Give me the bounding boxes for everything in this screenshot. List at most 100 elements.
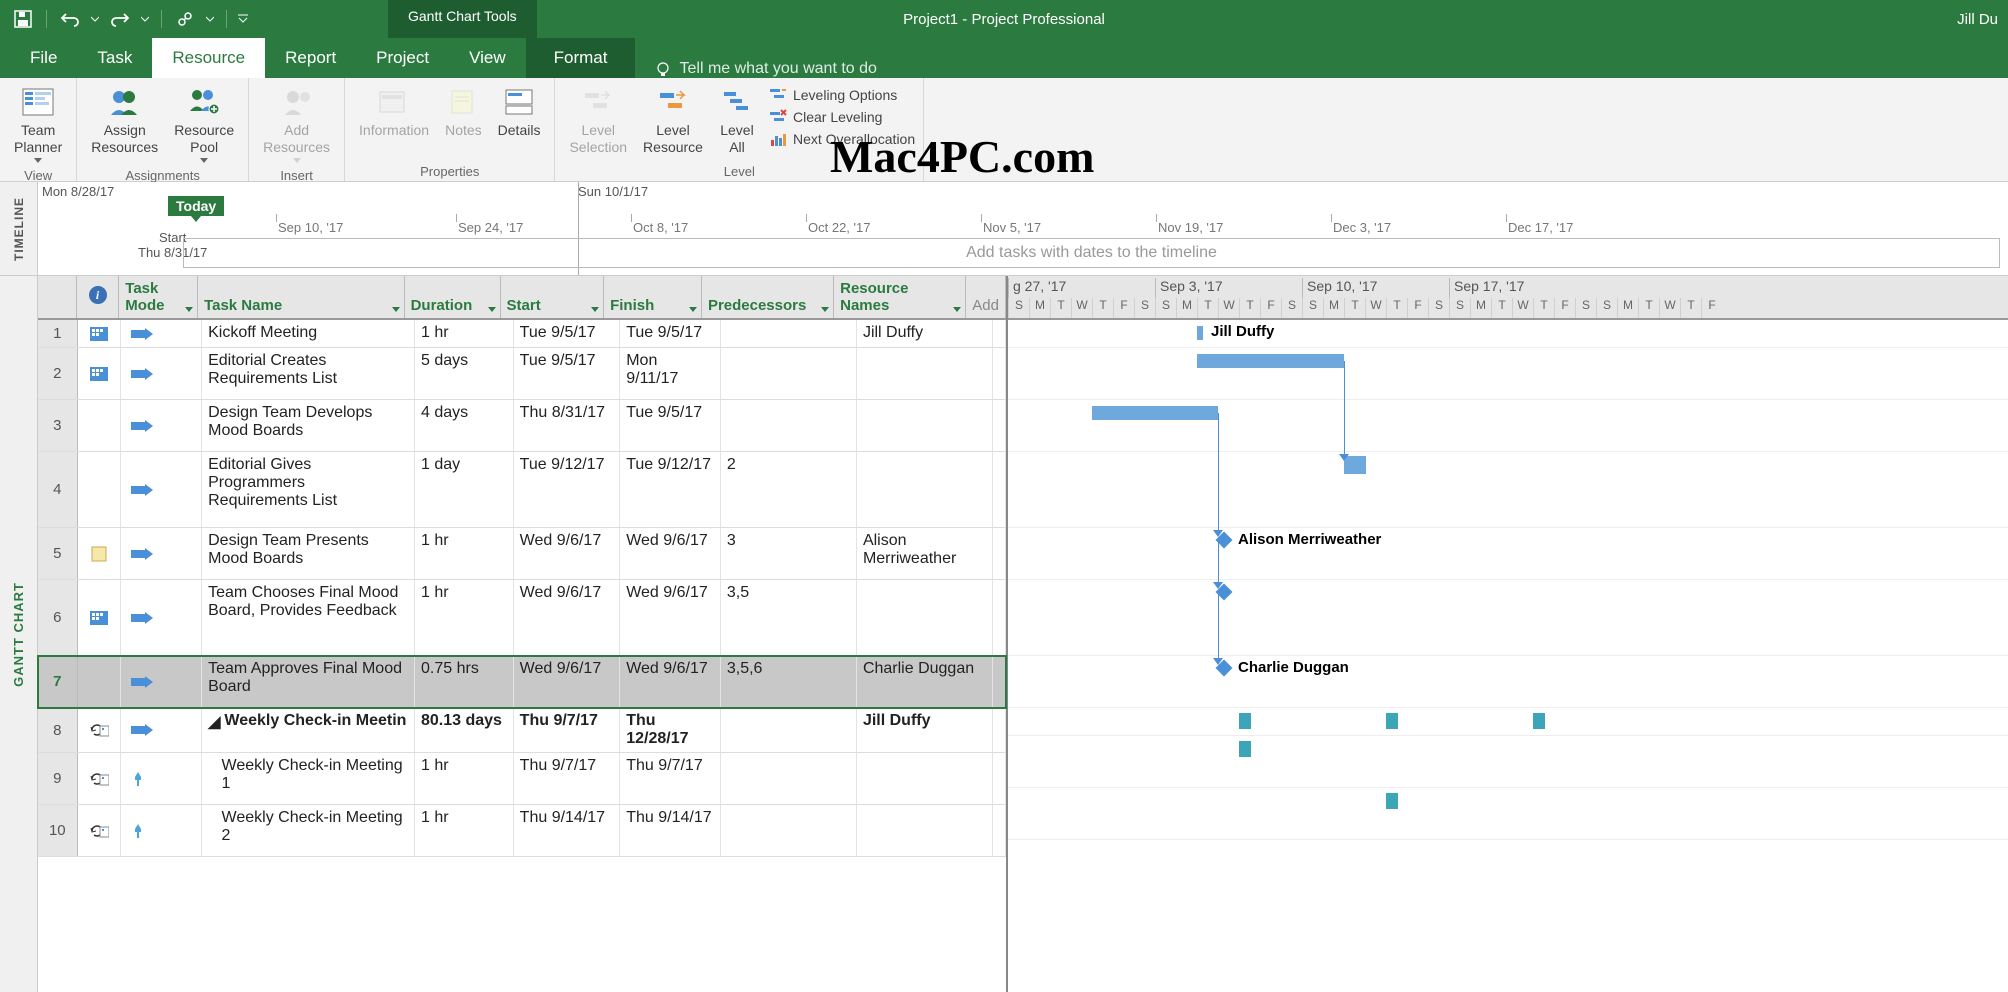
cell-add[interactable]: [993, 656, 1006, 707]
cell-start[interactable]: Wed 9/6/17: [514, 656, 621, 707]
cell-task-name[interactable]: Editorial Creates Requirements List: [202, 348, 415, 399]
timeline-body[interactable]: Mon 8/28/17 Sun 10/1/17 Today Sep 10, '1…: [38, 182, 2008, 275]
tab-task[interactable]: Task: [77, 38, 152, 78]
tab-view[interactable]: View: [449, 38, 526, 78]
timeline-sidebar-label[interactable]: TIMELINE: [0, 182, 38, 275]
cell-resources[interactable]: [857, 753, 993, 804]
assign-resources-button[interactable]: Assign Resources: [85, 82, 164, 158]
cell-add[interactable]: [993, 708, 1006, 752]
link-icon[interactable]: [172, 6, 198, 32]
cell-finish[interactable]: Wed 9/6/17: [620, 580, 721, 655]
col-finish[interactable]: Finish: [604, 276, 702, 318]
gantt-bar[interactable]: [1092, 406, 1218, 420]
cell-resources[interactable]: Alison Merriweather: [857, 528, 993, 579]
cell-resources[interactable]: Jill Duffy: [857, 320, 993, 347]
qat-customize-icon[interactable]: [237, 6, 249, 32]
cell-duration[interactable]: 1 day: [415, 452, 514, 527]
cell-resources[interactable]: [857, 400, 993, 451]
cell-finish[interactable]: Thu 9/14/17: [620, 805, 721, 856]
row-mode-icon[interactable]: [121, 580, 202, 655]
cell-duration[interactable]: 1 hr: [415, 805, 514, 856]
cell-add[interactable]: [993, 348, 1006, 399]
cell-task-name[interactable]: Design Team Presents Mood Boards: [202, 528, 415, 579]
cell-predecessors[interactable]: [721, 348, 857, 399]
tab-resource[interactable]: Resource: [152, 38, 265, 78]
cell-add[interactable]: [993, 805, 1006, 856]
cell-predecessors[interactable]: [721, 805, 857, 856]
link-dropdown-icon[interactable]: [204, 6, 216, 32]
redo-dropdown-icon[interactable]: [139, 6, 151, 32]
details-button[interactable]: Details: [492, 82, 547, 141]
cell-resources[interactable]: Jill Duffy: [857, 708, 993, 752]
tab-report[interactable]: Report: [265, 38, 356, 78]
cell-start[interactable]: Thu 9/7/17: [514, 753, 621, 804]
cell-task-name[interactable]: Editorial Gives Programmers Requirements…: [202, 452, 415, 527]
row-number[interactable]: 1: [38, 320, 78, 347]
cell-duration[interactable]: 1 hr: [415, 580, 514, 655]
cell-resources[interactable]: [857, 805, 993, 856]
save-icon[interactable]: [10, 6, 36, 32]
row-mode-icon[interactable]: [121, 320, 202, 347]
table-row[interactable]: 10Weekly Check-in Meeting 21 hrThu 9/14/…: [38, 805, 1006, 857]
cell-task-name[interactable]: Weekly Check-in Meeting 2: [202, 805, 415, 856]
cell-finish[interactable]: Thu 9/7/17: [620, 753, 721, 804]
cell-duration[interactable]: 5 days: [415, 348, 514, 399]
cell-start[interactable]: Wed 9/6/17: [514, 528, 621, 579]
undo-dropdown-icon[interactable]: [89, 6, 101, 32]
row-number[interactable]: 2: [38, 348, 78, 399]
cell-task-name[interactable]: Design Team Develops Mood Boards: [202, 400, 415, 451]
cell-start[interactable]: Thu 8/31/17: [514, 400, 621, 451]
redo-icon[interactable]: [107, 6, 133, 32]
cell-finish[interactable]: Mon 9/11/17: [620, 348, 721, 399]
cell-predecessors[interactable]: [721, 753, 857, 804]
cell-finish[interactable]: Tue 9/5/17: [620, 400, 721, 451]
cell-predecessors[interactable]: 3: [721, 528, 857, 579]
col-task-mode[interactable]: TaskMode: [119, 276, 198, 318]
cell-add[interactable]: [993, 320, 1006, 347]
row-number[interactable]: 7: [38, 656, 78, 707]
col-rownum[interactable]: [38, 276, 77, 318]
cell-duration[interactable]: 4 days: [415, 400, 514, 451]
row-number[interactable]: 9: [38, 753, 78, 804]
tell-me-search[interactable]: Tell me what you want to do: [635, 60, 896, 78]
col-resource-names[interactable]: Resource Names: [834, 276, 966, 318]
table-row[interactable]: 2 Editorial Creates Requirements List5 da…: [38, 348, 1006, 400]
tab-format[interactable]: Format: [526, 38, 636, 78]
table-row[interactable]: 6Team Chooses Final Mood Board, Provides…: [38, 580, 1006, 656]
cell-add[interactable]: [993, 753, 1006, 804]
col-add-new[interactable]: Add: [966, 276, 1006, 318]
table-row[interactable]: 7Team Approves Final Mood Board0.75 hrsW…: [38, 656, 1006, 708]
timeline-add-placeholder[interactable]: Add tasks with dates to the timeline: [183, 238, 2000, 268]
cell-finish[interactable]: Tue 9/12/17: [620, 452, 721, 527]
cell-predecessors[interactable]: [721, 708, 857, 752]
cell-finish[interactable]: Tue 9/5/17: [620, 320, 721, 347]
cell-finish[interactable]: Wed 9/6/17: [620, 528, 721, 579]
row-mode-icon[interactable]: [121, 528, 202, 579]
gantt-bar-label[interactable]: Jill Duffy: [1211, 323, 1274, 340]
row-mode-icon[interactable]: [121, 348, 202, 399]
row-mode-icon[interactable]: [121, 753, 202, 804]
row-mode-icon[interactable]: [121, 400, 202, 451]
table-row[interactable]: 1Kickoff Meeting1 hrTue 9/5/17Tue 9/5/17…: [38, 320, 1006, 348]
table-row[interactable]: 3Design Team Develops Mood Boards4 daysT…: [38, 400, 1006, 452]
gantt-bar[interactable]: [1197, 354, 1344, 368]
cell-add[interactable]: [993, 452, 1006, 527]
cell-start[interactable]: Tue 9/5/17: [514, 348, 621, 399]
row-number[interactable]: 3: [38, 400, 78, 451]
table-row[interactable]: 8◢Weekly Check-in Meetin80.13 daysThu 9/…: [38, 708, 1006, 753]
row-number[interactable]: 8: [38, 708, 78, 752]
row-mode-icon[interactable]: [121, 708, 202, 752]
cell-duration[interactable]: 0.75 hrs: [415, 656, 514, 707]
cell-add[interactable]: [993, 528, 1006, 579]
cell-finish[interactable]: Thu 12/28/17: [620, 708, 721, 752]
task-grid[interactable]: i TaskMode Task Name Duration Start Fini…: [38, 276, 1008, 992]
tab-file[interactable]: File: [10, 38, 77, 78]
table-row[interactable]: 5Design Team Presents Mood Boards1 hrWed…: [38, 528, 1006, 580]
resource-pool-button[interactable]: Resource Pool: [168, 82, 240, 166]
leveling-options-button[interactable]: Leveling Options: [769, 86, 915, 104]
cell-duration[interactable]: 1 hr: [415, 320, 514, 347]
col-task-name[interactable]: Task Name: [198, 276, 405, 318]
cell-start[interactable]: Wed 9/6/17: [514, 580, 621, 655]
gantt-bar-label[interactable]: Alison Merriweather: [1238, 531, 1381, 548]
cell-task-name[interactable]: Kickoff Meeting: [202, 320, 415, 347]
